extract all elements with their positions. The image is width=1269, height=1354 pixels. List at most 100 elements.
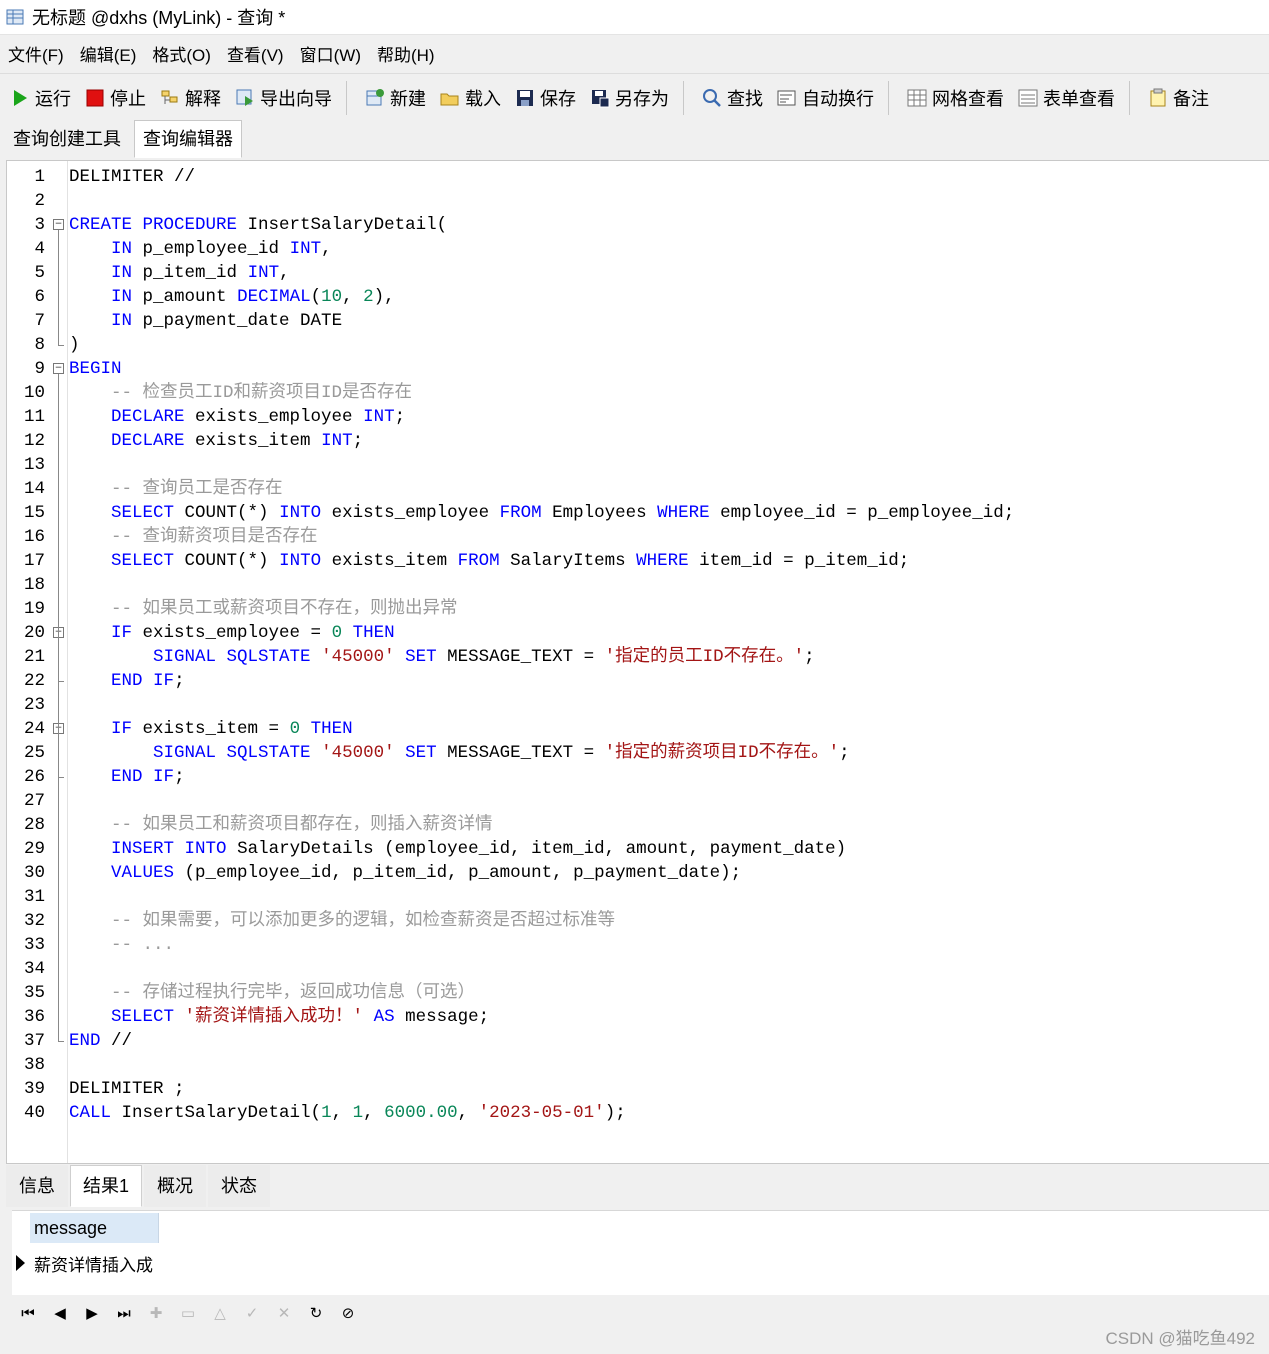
line-number: 40 — [23, 1103, 45, 1123]
note-button[interactable]: 备注 — [1148, 85, 1209, 111]
first-record-icon[interactable]: ⏮ — [12, 1301, 44, 1325]
code-line[interactable]: 25 SIGNAL SQLSTATE '45000' SET MESSAGE_T… — [7, 741, 1267, 765]
word-wrap-button[interactable]: 自动换行 — [777, 85, 874, 111]
menu-help[interactable]: 帮助(H) — [377, 39, 435, 68]
load-button[interactable]: 载入 — [440, 85, 501, 111]
refresh-icon[interactable]: ↻ — [300, 1301, 332, 1325]
tab-profile[interactable]: 概况 — [144, 1165, 207, 1207]
code-line[interactable]: 29 INSERT INTO SalaryDetails (employee_i… — [7, 837, 1267, 861]
code-line[interactable]: 28 -- 如果员工和薪资项目都存在，则插入薪资详情 — [7, 813, 1267, 837]
code-line[interactable]: 37 END // — [7, 1029, 1267, 1053]
apply-icon[interactable]: ✓ — [236, 1301, 268, 1325]
code-line[interactable]: 24 IF exists_item = 0 THEN− — [7, 717, 1267, 741]
code-line[interactable]: 7 IN p_payment_date DATE — [7, 309, 1267, 333]
line-number: 5 — [34, 263, 45, 283]
sql-editor[interactable]: 1 DELIMITER //2 3 CREATE PROCEDURE InsertSa… — [6, 160, 1269, 1164]
code-line[interactable]: 33 -- ... — [7, 933, 1267, 957]
code-text: DELIMITER ; — [69, 1079, 185, 1099]
cancel-icon[interactable]: ✕ — [268, 1301, 300, 1325]
code-line[interactable]: 26 END IF; — [7, 765, 1267, 789]
code-line[interactable]: 11 DECLARE exists_employee INT; — [7, 405, 1267, 429]
grid-view-button[interactable]: 网格查看 — [907, 85, 1004, 111]
new-button[interactable]: 新建 — [365, 85, 426, 111]
load-label: 载入 — [465, 89, 501, 109]
code-line[interactable]: 19 -- 如果员工或薪资项目不存在，则抛出异常 — [7, 597, 1267, 621]
code-line[interactable]: 22 END IF; — [7, 669, 1267, 693]
column-header-message[interactable]: message — [30, 1213, 159, 1243]
prev-record-icon[interactable]: ◀ — [44, 1301, 76, 1325]
code-line[interactable]: 9 BEGIN − — [7, 357, 1267, 381]
code-line[interactable]: 10 -- 检查员工ID和薪资项目ID是否存在 — [7, 381, 1267, 405]
line-number: 18 — [23, 575, 45, 595]
tab-info[interactable]: 信息 — [6, 1165, 68, 1207]
code-line[interactable]: 4 IN p_employee_id INT, — [7, 237, 1267, 261]
toolbar-separator — [888, 81, 889, 115]
fold-toggle-icon[interactable]: − — [53, 363, 64, 374]
line-number: 37 — [23, 1031, 45, 1051]
result-grid[interactable]: message 薪资详情插入成 — [12, 1210, 1269, 1295]
code-line[interactable]: 30 VALUES (p_employee_id, p_item_id, p_a… — [7, 861, 1267, 885]
code-line[interactable]: 8) — [7, 333, 1267, 357]
line-number: 17 — [23, 551, 45, 571]
line-number: 12 — [23, 431, 45, 451]
tab-query-builder[interactable]: 查询创建工具 — [4, 120, 130, 158]
next-record-icon[interactable]: ▶ — [76, 1301, 108, 1325]
export-wizard-button[interactable]: 导出向导 — [235, 85, 332, 111]
code-line[interactable]: 1 DELIMITER // — [7, 165, 1267, 189]
line-number: 27 — [23, 791, 45, 811]
code-line[interactable]: 35 -- 存储过程执行完毕，返回成功信息（可选） — [7, 981, 1267, 1005]
code-line[interactable]: 2 — [7, 189, 1267, 213]
code-line[interactable]: 21 SIGNAL SQLSTATE '45000' SET MESSAGE_T… — [7, 645, 1267, 669]
code-line[interactable]: 5 IN p_item_id INT, — [7, 261, 1267, 285]
stop-icon[interactable]: ⊘ — [332, 1301, 364, 1325]
code-line[interactable]: 20 IF exists_employee = 0 THEN− — [7, 621, 1267, 645]
code-line[interactable]: 14 -- 查询员工是否存在 — [7, 477, 1267, 501]
delete-record-icon[interactable]: ▭ — [172, 1301, 204, 1325]
menu-view[interactable]: 查看(V) — [227, 39, 284, 68]
table-cell[interactable]: 薪资详情插入成 — [34, 1251, 154, 1276]
code-text: VALUES (p_employee_id, p_item_id, p_amou… — [111, 863, 742, 883]
code-line[interactable]: 34 — [7, 957, 1267, 981]
code-line[interactable]: 15 SELECT COUNT(*) INTO exists_employee … — [7, 501, 1267, 525]
menu-format[interactable]: 格式(O) — [152, 39, 211, 68]
code-line[interactable]: 16 -- 查询薪资项目是否存在 — [7, 525, 1267, 549]
edit-record-icon[interactable]: △ — [204, 1301, 236, 1325]
note-label: 备注 — [1173, 89, 1209, 109]
save-button[interactable]: 保存 — [515, 85, 576, 111]
code-line[interactable]: 12 DECLARE exists_item INT; — [7, 429, 1267, 453]
table-row[interactable]: 薪资详情插入成 — [12, 1247, 1269, 1279]
run-button[interactable]: 运行 — [10, 85, 71, 111]
last-record-icon[interactable]: ⏭ — [108, 1301, 140, 1325]
stop-icon — [86, 89, 104, 107]
stop-button[interactable]: 停止 — [85, 85, 146, 111]
code-line[interactable]: 6 IN p_amount DECIMAL(10, 2), — [7, 285, 1267, 309]
tab-result1[interactable]: 结果1 — [70, 1165, 143, 1207]
add-record-icon[interactable]: ✚ — [140, 1301, 172, 1325]
code-line[interactable]: 39 DELIMITER ; — [7, 1077, 1267, 1101]
code-line[interactable]: 40 CALL InsertSalaryDetail(1, 1, 6000.00,… — [7, 1101, 1267, 1125]
code-line[interactable]: 17 SELECT COUNT(*) INTO exists_item FROM… — [7, 549, 1267, 573]
tab-query-editor[interactable]: 查询编辑器 — [134, 120, 242, 158]
menu-file[interactable]: 文件(F) — [8, 39, 64, 68]
code-line[interactable]: 18 — [7, 573, 1267, 597]
code-line[interactable]: 32 -- 如果需要，可以添加更多的逻辑，如检查薪资是否超过标准等 — [7, 909, 1267, 933]
form-view-button[interactable]: 表单查看 — [1018, 85, 1115, 111]
code-line[interactable]: 27 — [7, 789, 1267, 813]
find-button[interactable]: 查找 — [702, 85, 763, 111]
code-text: SIGNAL SQLSTATE '45000' SET MESSAGE_TEXT… — [153, 743, 850, 763]
code-line[interactable]: 31 — [7, 885, 1267, 909]
code-line[interactable]: 3 CREATE PROCEDURE InsertSalaryDetail(− — [7, 213, 1267, 237]
code-line[interactable]: 13 — [7, 453, 1267, 477]
save-as-button[interactable]: 另存为 — [590, 85, 669, 111]
code-line[interactable]: 23 — [7, 693, 1267, 717]
line-number: 32 — [23, 911, 45, 931]
code-text: IN p_item_id INT, — [111, 263, 290, 283]
explain-button[interactable]: 解释 — [160, 85, 221, 111]
fold-toggle-icon[interactable]: − — [53, 219, 64, 230]
code-line[interactable]: 38 — [7, 1053, 1267, 1077]
menu-edit[interactable]: 编辑(E) — [80, 39, 137, 68]
code-text: SELECT COUNT(*) INTO exists_employee FRO… — [111, 503, 1015, 523]
code-line[interactable]: 36 SELECT '薪资详情插入成功！' AS message; — [7, 1005, 1267, 1029]
tab-status[interactable]: 状态 — [208, 1165, 271, 1207]
menu-window[interactable]: 窗口(W) — [300, 39, 361, 68]
